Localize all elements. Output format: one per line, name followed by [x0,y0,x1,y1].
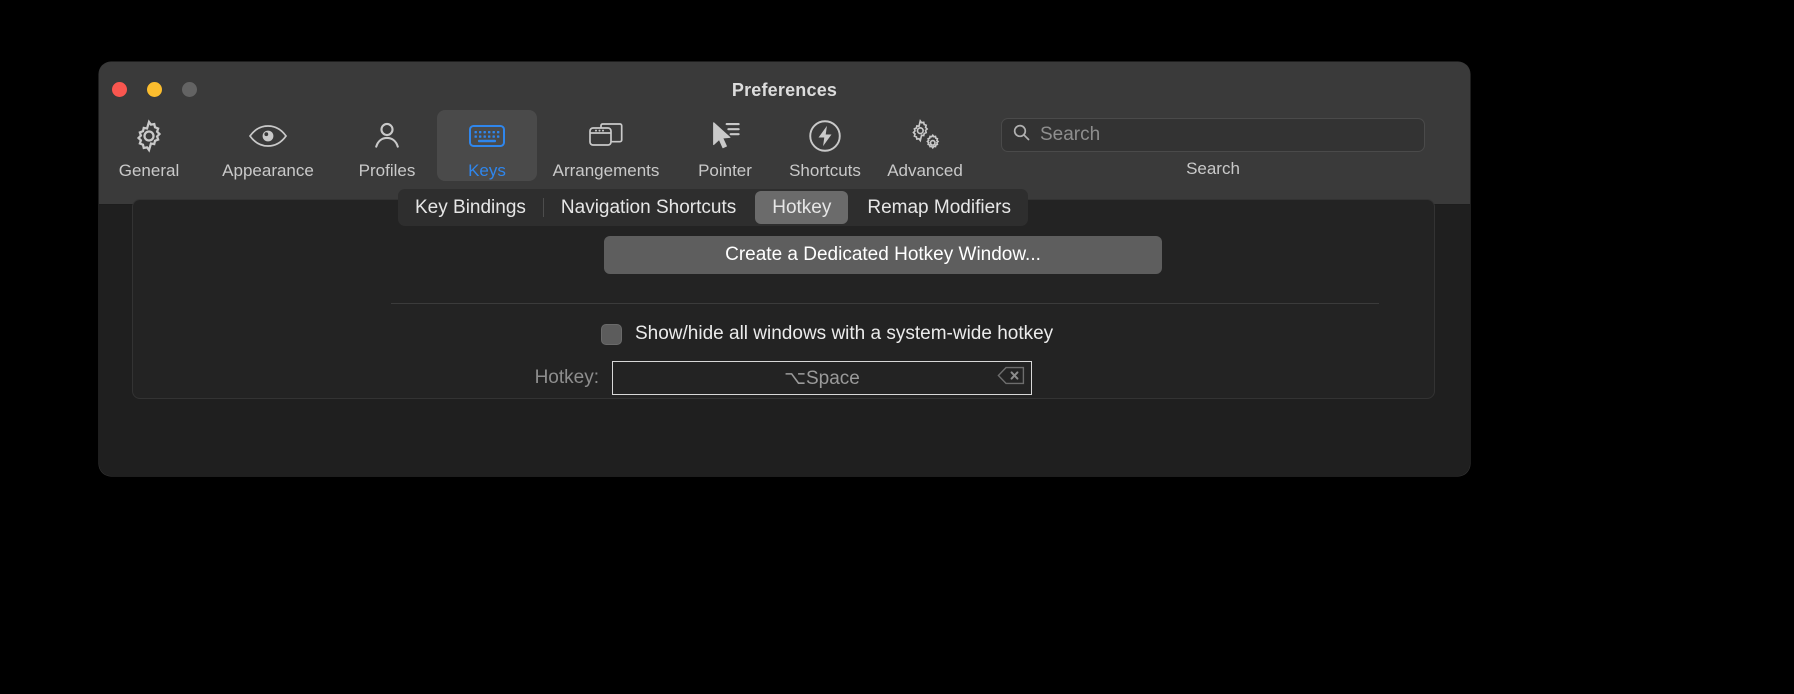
gear-icon [131,115,167,157]
tab-hotkey[interactable]: Hotkey [755,191,848,224]
toolbar-label-arrangements: Arrangements [553,161,660,181]
bolt-circle-icon [807,115,843,157]
hotkey-settings-panel: Create a Dedicated Hotkey Window... Show… [132,199,1435,399]
cursor-icon [708,115,742,157]
tab-remap-modifiers[interactable]: Remap Modifiers [850,191,1028,224]
toolbar-label-appearance: Appearance [222,161,314,181]
window-titlebar: Preferences General [99,62,1470,205]
toolbar-item-keys[interactable]: Keys [437,110,537,181]
create-dedicated-hotkey-window-button[interactable]: Create a Dedicated Hotkey Window... [604,236,1162,274]
window-title: Preferences [99,80,1470,101]
toolbar-label-advanced: Advanced [887,161,963,181]
search-icon [1012,123,1031,147]
person-icon [370,115,404,157]
toolbar-label-shortcuts: Shortcuts [789,161,861,181]
hotkey-value: ⌥Space [784,367,860,390]
windows-icon [588,115,624,157]
search-caption: Search [1186,159,1240,179]
eye-icon [248,115,288,157]
toolbar-label-pointer: Pointer [698,161,752,181]
section-divider [391,303,1379,304]
show-hide-windows-checkbox[interactable] [601,324,622,345]
toolbar-item-shortcuts[interactable]: Shortcuts [775,110,875,181]
tab-key-bindings[interactable]: Key Bindings [398,191,543,224]
gears-icon [905,115,945,157]
search-area: Search Search [1001,110,1425,179]
toolbar-item-general[interactable]: General [99,110,199,181]
hotkey-recorder-field[interactable]: ⌥Space [612,361,1032,395]
toolbar-item-profiles[interactable]: Profiles [337,110,437,181]
keyboard-icon [468,115,506,157]
delete-backward-icon[interactable] [997,366,1025,390]
search-field[interactable]: Search [1001,118,1425,152]
toolbar-label-profiles: Profiles [359,161,416,181]
show-hide-windows-row[interactable]: Show/hide all windows with a system-wide… [601,323,1053,345]
search-input[interactable]: Search [1040,124,1100,146]
hotkey-field-label: Hotkey: [469,367,599,389]
toolbar-item-arrangements[interactable]: Arrangements [537,110,675,181]
hotkey-row: Hotkey: ⌥Space [469,361,1032,395]
tab-navigation-shortcuts[interactable]: Navigation Shortcuts [544,191,753,224]
preferences-window: Preferences General [99,62,1470,476]
toolbar-item-pointer[interactable]: Pointer [675,110,775,181]
toolbar-label-general: General [119,161,179,181]
hotkey-tab-bar: Key Bindings Navigation Shortcuts Hotkey… [398,189,1028,226]
toolbar-item-appearance[interactable]: Appearance [199,110,337,181]
preferences-body: Create a Dedicated Hotkey Window... Show… [99,205,1470,476]
show-hide-windows-label: Show/hide all windows with a system-wide… [635,323,1053,345]
toolbar-item-advanced[interactable]: Advanced [875,110,975,181]
toolbar-label-keys: Keys [468,161,506,181]
